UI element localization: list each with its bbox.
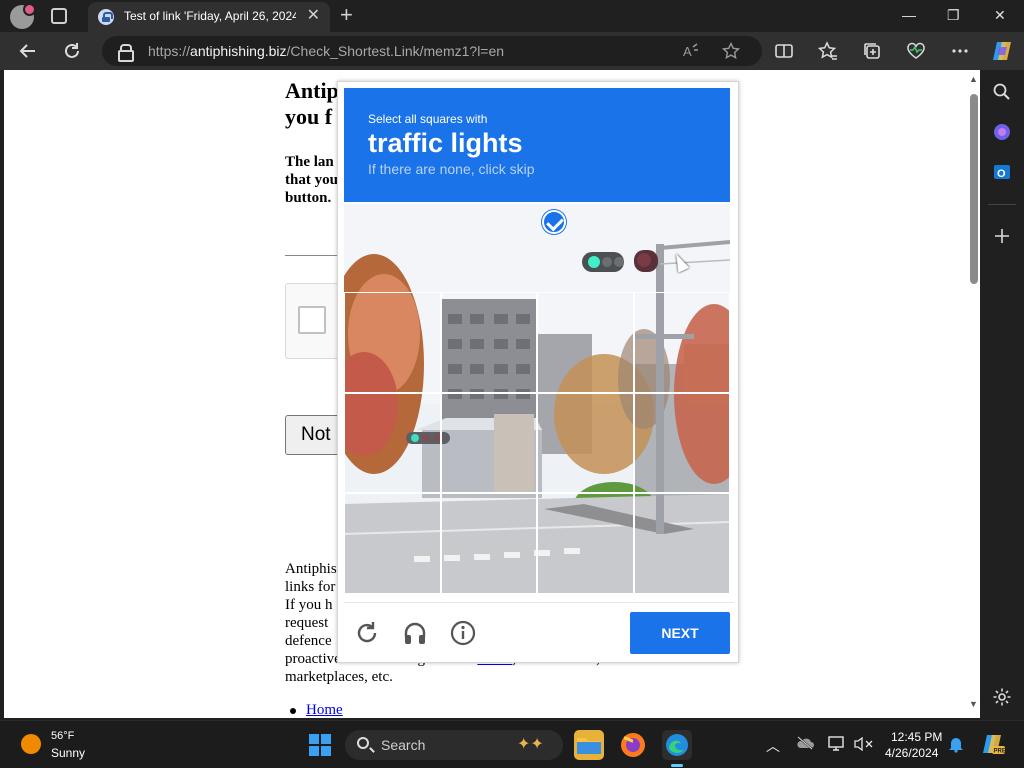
tab-title: Test of link 'Friday, April 26, 2024 [124, 9, 296, 23]
file-explorer-icon[interactable] [574, 730, 604, 760]
star-icon[interactable] [721, 41, 741, 64]
clock-date[interactable]: 4/26/2024 [885, 746, 938, 760]
taskbar: 56°F Sunny Search ✦✦ ︿ 12:45 PM 4/26/202… [0, 720, 1024, 768]
read-aloud-icon[interactable]: A [682, 42, 700, 64]
split-screen-icon[interactable] [774, 41, 794, 65]
sparkle-icon: ✦✦ [517, 736, 544, 753]
display-icon[interactable] [828, 736, 846, 755]
heartbeat-icon[interactable] [906, 41, 926, 65]
captcha-tile[interactable] [537, 292, 634, 393]
taskbar-search-box[interactable]: Search ✦✦ [345, 730, 563, 760]
svg-text:PRE: PRE [994, 749, 1006, 755]
settings-gear-icon[interactable] [992, 687, 1012, 707]
url-text[interactable]: https://antiphishing.biz/Check_Shortest.… [148, 43, 504, 59]
captcha-tile[interactable] [344, 292, 441, 393]
captcha-tile[interactable] [440, 392, 537, 494]
selected-checkmark-icon[interactable] [542, 210, 566, 234]
new-tab-button[interactable]: + [340, 4, 353, 26]
tab-actions-icon[interactable] [51, 8, 67, 24]
profile-avatar[interactable] [10, 3, 36, 29]
outlook-icon[interactable]: O [992, 162, 1012, 182]
reload-icon[interactable] [354, 620, 380, 646]
notification-bell-icon[interactable] [948, 735, 964, 756]
clock-time[interactable]: 12:45 PM [891, 730, 942, 744]
home-link[interactable]: Home [290, 702, 343, 718]
restore-button[interactable]: ❐ [947, 6, 960, 24]
lock-icon[interactable] [118, 44, 134, 62]
show-hidden-icons-chevron-icon[interactable]: ︿ [766, 736, 780, 756]
onedrive-offline-icon[interactable] [796, 736, 814, 753]
weather-description[interactable]: Sunny [51, 746, 85, 760]
paragraph-line: marketplaces, etc. [285, 669, 393, 685]
start-button-windows-icon[interactable] [309, 734, 331, 756]
browser-tab[interactable]: Test of link 'Friday, April 26, 2024 ✕ [88, 2, 330, 32]
network-volume-icon[interactable] [853, 736, 875, 755]
search-icon [357, 737, 369, 749]
captcha-hint: If there are none, click skip [368, 161, 535, 177]
favorites-icon[interactable] [817, 41, 838, 65]
weather-temperature[interactable]: 56°F [51, 730, 74, 742]
scroll-up-arrow-icon[interactable]: ▲ [969, 74, 978, 84]
more-icon[interactable] [950, 41, 970, 65]
captcha-tile[interactable] [537, 392, 634, 494]
captcha-header: Select all squares with traffic lights I… [344, 88, 730, 202]
add-sidebar-app-icon[interactable] [992, 226, 1012, 246]
edge-sidebar: O [980, 70, 1024, 720]
scroll-thumb[interactable] [970, 94, 978, 284]
captcha-grid [344, 292, 730, 594]
captcha-footer-divider [344, 602, 734, 603]
close-window-button[interactable]: ✕ [994, 6, 1006, 24]
copilot-sidebar-icon[interactable] [992, 122, 1012, 142]
captcha-tile[interactable] [440, 493, 537, 594]
navigation-bar: https://antiphishing.biz/Check_Shortest.… [0, 32, 1024, 70]
page-scrollbar[interactable]: ▲ ▼ [967, 70, 980, 718]
minimize-button[interactable]: — [902, 6, 916, 24]
svg-text:O: O [997, 168, 1006, 180]
captcha-challenge: Select all squares with traffic lights I… [337, 81, 739, 663]
copilot-icon[interactable] [990, 39, 1014, 67]
captcha-tile[interactable] [633, 392, 730, 494]
refresh-icon[interactable] [62, 41, 82, 65]
copilot-taskbar-icon[interactable]: PRE [980, 731, 1006, 760]
captcha-target: traffic lights [368, 128, 523, 158]
firefox-icon[interactable] [618, 730, 648, 760]
info-icon[interactable] [450, 620, 476, 646]
tab-favicon-lock-icon [98, 9, 114, 25]
sidebar-divider [988, 204, 1016, 205]
captcha-tile[interactable] [537, 493, 634, 594]
next-button[interactable]: NEXT [630, 612, 730, 654]
svg-text:A: A [683, 44, 692, 59]
edge-icon[interactable] [662, 730, 692, 767]
captcha-tile[interactable] [440, 292, 537, 393]
recaptcha-checkbox[interactable] [298, 306, 326, 334]
back-icon[interactable] [18, 41, 38, 65]
captcha-image [344, 204, 730, 594]
search-placeholder: Search [381, 737, 426, 753]
captcha-tile[interactable] [344, 392, 441, 494]
tab-close-icon[interactable]: ✕ [307, 8, 320, 24]
captcha-instruction: Select all squares with [368, 112, 488, 126]
scroll-down-arrow-icon[interactable]: ▼ [969, 699, 978, 709]
weather-sun-icon[interactable] [21, 734, 41, 754]
title-bar: Test of link 'Friday, April 26, 2024 ✕ +… [0, 0, 1024, 32]
captcha-tile[interactable] [633, 292, 730, 393]
search-icon[interactable] [992, 82, 1012, 102]
address-bar[interactable]: https://antiphishing.biz/Check_Shortest.… [102, 36, 762, 66]
captcha-tile[interactable] [633, 493, 730, 594]
captcha-tile[interactable] [344, 493, 441, 594]
audio-challenge-headphones-icon[interactable] [402, 620, 428, 646]
collections-icon[interactable] [862, 41, 882, 65]
